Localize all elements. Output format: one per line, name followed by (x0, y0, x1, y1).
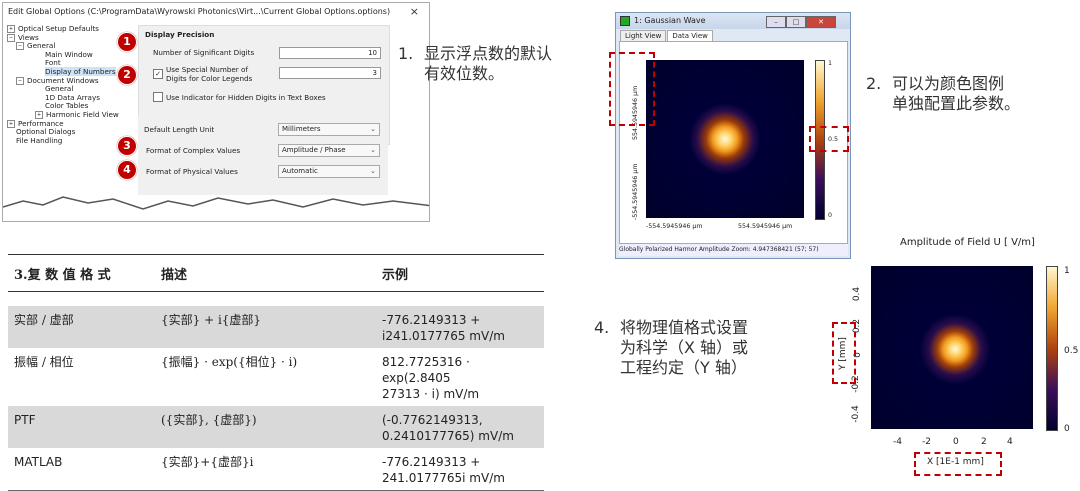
table-header-desc: 描述 (155, 254, 376, 292)
ytick-4: -0.4 (850, 405, 861, 423)
table-row: PTF ({实部}, {虚部}) (-0.7762149313, 0.241017… (8, 405, 544, 448)
special-digits-label-2: Digits for Color Legends (166, 74, 253, 83)
note-4: 4. 将物理值格式设置 为科学（X 轴）或 工程约定（Y 轴） (594, 318, 749, 377)
ytick-0: 0.4 (852, 286, 863, 302)
close-button[interactable]: ✕ (806, 16, 836, 28)
note-1: 1. 显示浮点数的默认 有效位数。 (398, 44, 553, 83)
maximize-button[interactable]: □ (786, 16, 806, 28)
step-badge-1: 1 (117, 32, 137, 52)
complex-format-table: 3.复 数 值 格 式 描述 示例 实部 / 虚部 {实部} + i{虚部} -… (8, 254, 544, 491)
chevron-down-icon: ⌄ (370, 146, 376, 154)
dialog-title: Edit Global Options (C:\ProgramData\Wyro… (3, 3, 429, 21)
hidden-digits-checkbox[interactable] (153, 92, 163, 102)
tree-item-main-window[interactable]: Main Window (7, 50, 135, 60)
plot4-color-legend (1046, 266, 1058, 431)
length-unit-select[interactable]: Millimeters ⌄ (278, 123, 380, 136)
hidden-digits-label: Use Indicator for Hidden Digits in Text … (166, 93, 326, 102)
cbar-bottom-label: 0 (828, 212, 833, 219)
highlight-x-label (914, 452, 1002, 476)
table-row: 振幅 / 相位 {振幅} · exp({相位} · i) 812.7725316… (14, 354, 480, 401)
close-icon[interactable]: × (410, 5, 419, 18)
status-bar: Globally Polarized Harmor Amplitude Zoom… (619, 243, 848, 256)
chevron-down-icon: ⌄ (370, 125, 376, 133)
sig-digits-label: Number of Significant Digits (153, 48, 255, 57)
minimize-button[interactable]: – (766, 16, 786, 28)
amplitude-map (646, 60, 804, 218)
highlight-y-labels (609, 52, 655, 126)
xtick-3: 2 (981, 437, 987, 447)
step-badge-4: 4 (117, 160, 137, 180)
physical-format-select[interactable]: Automatic ⌄ (278, 165, 380, 178)
options-tree: + Optical Setup Defaults − Views − General … (7, 24, 135, 146)
app-icon (620, 15, 630, 26)
xtick-0: -4 (893, 437, 902, 447)
chevron-down-icon: ⌄ (370, 167, 376, 175)
plot4-cbar-0: 0 (1064, 424, 1070, 434)
x-left-label: -554.5945946 µm (646, 223, 703, 230)
y-bottom-label: -554.5945946 µm (632, 163, 639, 220)
tree-item-file-handling[interactable]: File Handling (7, 136, 135, 146)
complex-format-select[interactable]: Amplitude / Phase ⌄ (278, 144, 380, 157)
note-2: 2. 可以为颜色图例 单独配置此参数。 (866, 74, 1021, 113)
length-unit-label: Default Length Unit (144, 125, 215, 134)
table-row: MATLAB {实部}+{虚部}i -776.2149313 +241.0177… (8, 447, 544, 491)
options-dialog: Edit Global Options (C:\ProgramData\Wyro… (2, 2, 430, 222)
cbar-top-label: 1 (828, 60, 833, 67)
xtick-1: -2 (922, 437, 931, 447)
xtick-2: 0 (953, 437, 959, 447)
table-header-example: 示例 (376, 254, 544, 292)
physical-format-label: Format of Physical Values (146, 167, 238, 176)
step-badge-2: 2 (117, 65, 137, 85)
torn-edge (3, 196, 429, 221)
complex-format-label: Format of Complex Values (146, 146, 241, 155)
step-badge-3: 3 (117, 136, 137, 156)
plot4-title: Amplitude of Field U [ V/m] (900, 237, 1035, 248)
plot4-map (871, 266, 1033, 429)
table-row: 实部 / 虚部 {实部} + i{虚部} -776.2149313 + i241.… (8, 305, 544, 348)
highlight-y-label (832, 322, 856, 384)
highlight-legend-value (809, 126, 849, 152)
x-right-label: 554.5945946 µm (738, 223, 793, 230)
plot4-cbar-1: 1 (1064, 266, 1070, 276)
plot4-cbar-05: 0.5 (1064, 346, 1079, 356)
special-digits-label-1: Use Special Number of (166, 65, 248, 74)
special-digits-checkbox[interactable]: ✓ (153, 69, 163, 79)
special-digits-input[interactable]: 3 (279, 67, 381, 79)
sig-digits-input[interactable]: 10 (279, 47, 381, 59)
section-title: Display Precision (145, 30, 215, 39)
table-header-format: 3.复 数 值 格 式 (8, 254, 155, 292)
xtick-4: 4 (1007, 437, 1013, 447)
